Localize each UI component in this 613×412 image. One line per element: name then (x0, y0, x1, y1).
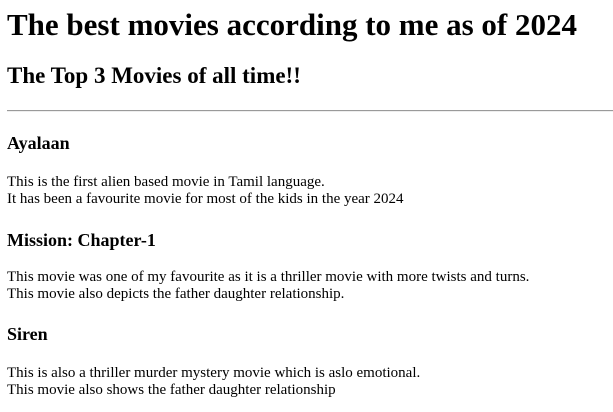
movie-description-siren: This is also a thriller murder mystery m… (7, 365, 420, 399)
movie-title-mission-chapter-1: Mission: Chapter-1 (7, 230, 156, 250)
page-subtitle: The Top 3 Movies of all time!! (7, 63, 301, 88)
description-line: This movie was one of my favourite as it… (7, 269, 530, 285)
movie-description-ayalaan: This is the first alien based movie in T… (7, 174, 404, 208)
horizontal-rule (7, 110, 613, 112)
description-line: This movie also depicts the father daugh… (7, 286, 345, 302)
description-line: This is also a thriller murder mystery m… (7, 365, 421, 381)
description-line: It has been a favourite movie for most o… (7, 191, 404, 207)
page-title: The best movies according to me as of 20… (7, 7, 577, 42)
description-line: This is the first alien based movie in T… (7, 174, 325, 190)
movie-title-siren: Siren (7, 324, 48, 344)
movie-description-mission-chapter-1: This movie was one of my favourite as it… (7, 269, 529, 303)
description-line: This movie also shows the father daughte… (7, 382, 336, 398)
page: The best movies according to me as of 20… (0, 0, 613, 412)
movie-title-ayalaan: Ayalaan (7, 133, 70, 153)
